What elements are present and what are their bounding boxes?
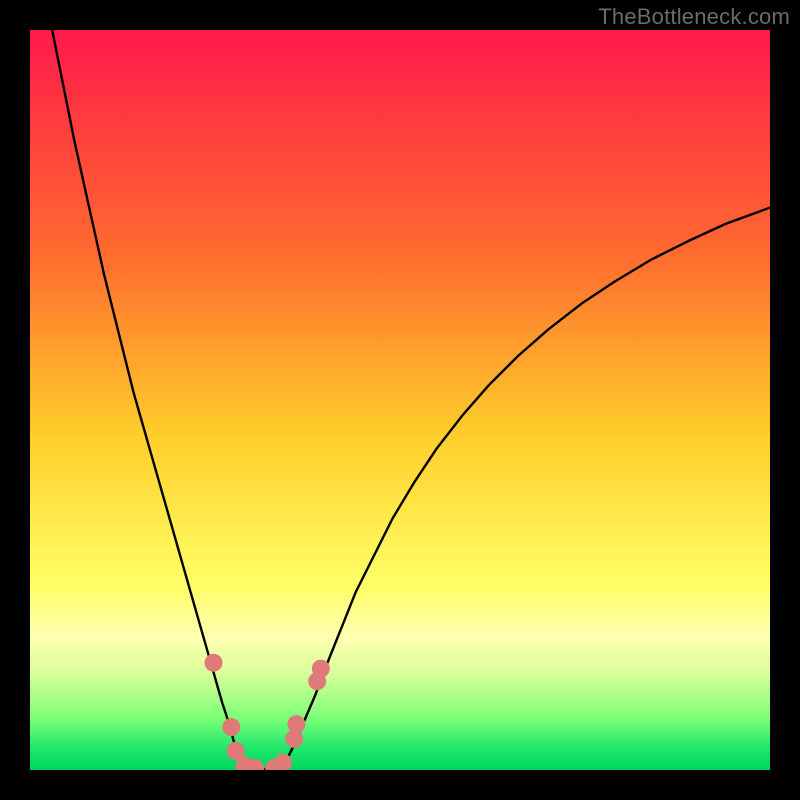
gradient-background <box>30 30 770 770</box>
data-point <box>312 660 330 678</box>
chart-svg <box>30 30 770 770</box>
plot-area <box>30 30 770 770</box>
data-point <box>287 715 305 733</box>
watermark-text: TheBottleneck.com <box>598 4 790 30</box>
outer-frame: TheBottleneck.com <box>0 0 800 800</box>
data-point <box>205 654 223 672</box>
data-point <box>222 718 240 736</box>
